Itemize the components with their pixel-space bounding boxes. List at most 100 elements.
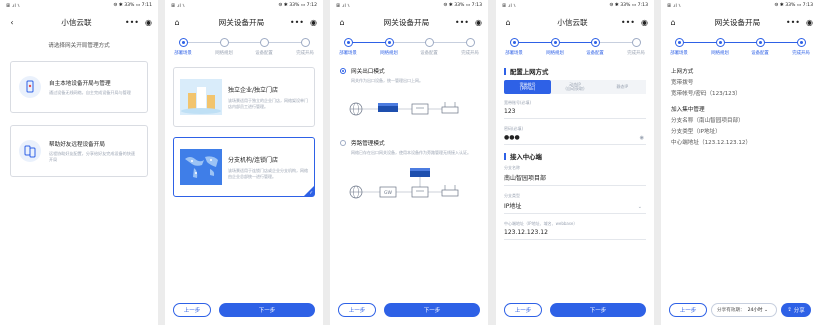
next-button[interactable]: 下一步 — [219, 303, 315, 317]
target-icon[interactable]: ◉ — [641, 18, 648, 27]
section-title: 接入中心端 — [510, 153, 542, 161]
more-icon[interactable]: ••• — [621, 18, 635, 27]
step-label: 网络规划 — [711, 51, 729, 56]
ap-icon — [441, 184, 459, 197]
prev-button[interactable]: 上一步 — [504, 303, 542, 317]
mode-title: 帮助好友远程设备开局 — [49, 142, 105, 149]
step-label: 完成开局 — [792, 51, 810, 56]
scene-title: 独立企业/独立门店 — [228, 87, 279, 95]
field-label: 密码(必填) — [504, 126, 524, 131]
switch-icon — [411, 104, 429, 115]
share-bar: 上一步 分享有效期： 24小时 ⌄ ⇪ 分享 — [669, 303, 811, 317]
next-button[interactable]: 下一步 — [550, 303, 646, 317]
prev-button[interactable]: 上一步 — [173, 303, 211, 317]
mode-desc: 网关作为出口设备，统一管理出口上网。 — [351, 78, 423, 83]
target-icon[interactable]: ◉ — [145, 18, 152, 27]
step-1: 部署场景 — [662, 38, 696, 56]
status-bar: ꕥ .ıl ⑊ ⚙ ✱ 33% ▭ 7:13 — [496, 0, 654, 11]
nav-bar: ⌂ 小信云联 ••• ◉ — [496, 11, 654, 33]
center-address-field[interactable]: 中心端地址（IP地址、域名、webbase） 123.12.123.12 — [504, 221, 646, 240]
branch-name-field[interactable]: 分支名称 南山智园项目部 — [504, 165, 646, 186]
field-value[interactable]: 南山智园项目部 — [504, 173, 646, 182]
mode-gateway-exit[interactable]: 网关出口模式 网关作为出口设备，统一管理出口上网。 — [340, 67, 478, 83]
field-value[interactable]: 123.12.123.12 — [504, 229, 646, 236]
prev-button[interactable]: 上一步 — [338, 303, 376, 317]
prev-button[interactable]: 上一步 — [669, 303, 707, 317]
screen-device-config: ꕥ .ıl ⑊ ⚙ ✱ 33% ▭ 7:13 ⌂ 小信云联 ••• ◉ 部署场景 网… — [496, 0, 654, 325]
mode-title: 旁路管理模式 — [351, 141, 385, 148]
step-4: 完成开局 — [288, 38, 322, 56]
back-icon[interactable]: ‹ — [6, 18, 18, 27]
status-right: ⚙ ✱ 33% ▭ 7:11 — [113, 3, 152, 8]
mode-bypass[interactable]: 旁路管理模式 网络已存在出口网关设备，使用本设备作为旁路管理无线接入认证。 — [340, 139, 478, 155]
status-left: ꕥ .ıl ⑊ — [6, 3, 20, 9]
step-indicator: 部署场景 网络规划 设备配置 完成开局 — [661, 37, 818, 61]
section-center: 接入中心端 — [504, 152, 646, 161]
target-icon[interactable]: ◉ — [310, 18, 317, 27]
remote-help-icon — [19, 140, 41, 162]
step-label: 部署场景 — [174, 51, 192, 56]
home-icon[interactable]: ⌂ — [502, 18, 514, 27]
branch-type-select[interactable]: 分支类型 IP地址 ⌄ — [504, 193, 646, 214]
target-icon[interactable]: ◉ — [475, 18, 482, 27]
step-3: 设备配置 — [743, 38, 777, 56]
globe-icon — [349, 185, 363, 199]
field-label: 分支类型 — [504, 193, 520, 198]
more-icon[interactable]: ••• — [290, 18, 304, 27]
pppoe-password-field[interactable]: 密码(必填) ●●● ◉ — [504, 126, 646, 145]
field-value[interactable]: 123 — [504, 108, 646, 115]
seg-pppoe[interactable]: 宽带拨号 (PPPoE) — [504, 80, 552, 94]
more-icon[interactable]: ••• — [455, 18, 469, 27]
step-label: 完成开局 — [461, 51, 479, 56]
page-title: 小信云联 — [61, 17, 92, 27]
step-label: 部署场景 — [670, 51, 688, 56]
step-1: 部署场景 — [166, 38, 200, 56]
radio-on[interactable] — [340, 68, 346, 74]
share-value: 24小时 ⌄ — [747, 308, 768, 313]
router-icon — [410, 167, 430, 177]
nav-bar: ⌂ 网关设备开局 ••• ◉ — [661, 11, 818, 33]
field-value[interactable]: ●●● — [504, 134, 646, 141]
screen-network-plan: ꕥ .ıl ⑊ ⚙ ✱ 33% ▭ 7:13 ⌂ 网关设备开局 ••• ◉ 部署场景… — [330, 0, 488, 325]
home-icon[interactable]: ⌂ — [336, 18, 348, 27]
field-value[interactable]: IP地址 — [504, 201, 646, 210]
status-right: ⚙ ✱ 33% ▭ 7:13 — [609, 3, 648, 8]
next-button[interactable]: 下一步 — [384, 303, 480, 317]
target-icon[interactable]: ◉ — [806, 18, 813, 27]
step-indicator: 部署场景 网络规划 设备配置 完成开局 — [496, 37, 654, 61]
step-4: 完成开局 — [784, 38, 818, 56]
scene-card-branch[interactable]: 分支机构/连锁门店 该场景适用于连锁门店或企业分支机构，网络由企业总部统一进行管理… — [173, 137, 315, 197]
screen-deploy-scene: ꕥ .ıl ⑊ ⚙ ✱ 33% ▭ 7:12 ⌂ 网关设备开局 ••• ◉ 部署场景… — [165, 0, 323, 325]
screens-strip: ꕥ .ıl ⑊ ⚙ ✱ 33% ▭ 7:11 ‹ 小信云联 ••• ◉ 请选择网关开… — [0, 0, 818, 325]
share-button[interactable]: ⇪ 分享 — [781, 303, 811, 317]
status-bar: ꕥ .ıl ⑊ ⚙ ✱ 33% ▭ 7:13 — [330, 0, 488, 11]
step-1: 部署场景 — [331, 38, 365, 56]
share-label: 分享有效期： — [717, 308, 745, 313]
scene-card-standalone[interactable]: 独立企业/独立门店该场景适用于独立的企业门店，网络架设单门店内部员工进行管理。 — [173, 67, 315, 127]
seg-sub: (自动获取) — [565, 86, 585, 91]
share-validity-select[interactable]: 分享有效期： 24小时 ⌄ — [711, 303, 777, 317]
seg-static[interactable]: 静态IP — [598, 80, 646, 94]
field-label: 宽带账号(必填) — [504, 100, 532, 105]
mode-card-local[interactable]: 自主本地设备开局与管理 通过设备无线网络，自主完成设备开局与管理 — [10, 61, 148, 113]
status-bar: ꕥ .ıl ⑊ ⚙ ✱ 33% ▭ 7:11 — [0, 0, 158, 11]
step-label: 网络规划 — [380, 51, 398, 56]
eye-icon[interactable]: ◉ — [640, 135, 644, 141]
more-icon[interactable]: ••• — [786, 18, 800, 27]
more-icon[interactable]: ••• — [125, 18, 139, 27]
mode-hint: 请选择网关开局管理方式 — [48, 43, 110, 49]
step-label: 网络规划 — [546, 51, 564, 56]
summary-line: 中心端地址（123.12.123.12） — [671, 140, 752, 146]
home-icon[interactable]: ⌂ — [667, 18, 679, 27]
pppoe-account-field[interactable]: 宽带账号(必填) 123 — [504, 100, 646, 119]
status-right: ⚙ ✱ 33% ▭ 7:13 — [774, 3, 813, 8]
scene-desc: 该场景适用于独立的企业门店，网络架设单门店内部员工进行管理。 — [228, 98, 308, 109]
step-2: 网络规划 — [703, 38, 737, 56]
nav-bar: ⌂ 网关设备开局 ••• ◉ — [165, 11, 323, 33]
seg-dhcp[interactable]: 动态IP (自动获取) — [551, 80, 599, 94]
mode-card-remote[interactable]: 帮助好友远程设备开局 远程协助好友配置，分享给好友完成设备的快速开局 — [10, 125, 148, 177]
summary-line: 宽带帐号/密码（123/123） — [671, 91, 741, 97]
home-icon[interactable]: ⌂ — [171, 18, 183, 27]
scene-title: 分支机构/连锁门店 — [228, 157, 279, 165]
radio-off[interactable] — [340, 140, 346, 147]
